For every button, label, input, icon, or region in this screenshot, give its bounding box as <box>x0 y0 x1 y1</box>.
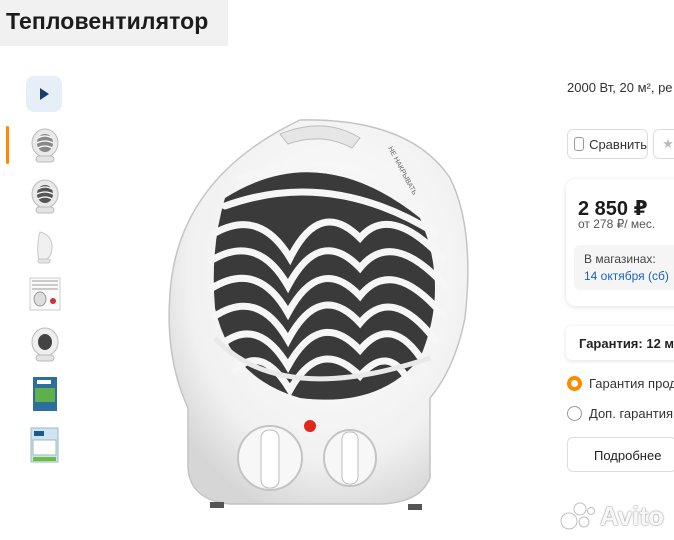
compare-label: Сравнить <box>589 136 647 152</box>
avito-watermark: Avito <box>560 496 670 536</box>
thumbnail-active-indicator <box>6 126 9 164</box>
product-specs: 2000 Вт, 20 м², ре <box>567 80 673 95</box>
radio-selected[interactable] <box>567 375 582 391</box>
star-icon: ★ <box>662 136 674 151</box>
avito-logo-icon <box>560 502 595 530</box>
installment-info: от 278 ₽/ мес. <box>578 217 656 231</box>
heater-front-thumb <box>31 128 59 163</box>
thumbnail-1[interactable] <box>27 125 63 165</box>
favorite-button[interactable]: ★ <box>653 129 674 159</box>
radio-unselected[interactable] <box>567 405 582 421</box>
thumbnail-5[interactable] <box>27 324 63 364</box>
store-availability: В магазинах: 14 октября (сб) <box>574 245 674 290</box>
product-main-image[interactable]: НЕ НАКРЫВАТЬ <box>130 108 550 528</box>
heater-angle-thumb <box>31 179 59 214</box>
thumbnail-6[interactable] <box>27 374 63 414</box>
compare-checkbox[interactable] <box>574 137 585 151</box>
play-icon <box>40 88 49 100</box>
thumbnail-3[interactable] <box>27 226 63 266</box>
box-angle-thumb <box>30 427 59 463</box>
title-bar: Тепловентилятор <box>0 0 228 46</box>
price-card: 2 850 ₽ от 278 ₽/ мес. В магазинах: 14 о… <box>566 179 674 306</box>
watermark-text: Avito <box>600 500 665 531</box>
thumbnail-7[interactable] <box>27 425 63 465</box>
warranty-option-extended[interactable]: Доп. гарантия <box>567 404 673 422</box>
stores-date-link[interactable]: 14 октября (сб) <box>584 269 669 283</box>
warranty-option-label: Доп. гарантия <box>589 405 674 421</box>
warranty-option-label: Гарантия прод <box>589 375 674 391</box>
page-title: Тепловентилятор <box>6 8 209 34</box>
video-thumbnail[interactable] <box>26 76 62 112</box>
thumbnail-2[interactable] <box>27 176 63 216</box>
warranty-tab[interactable]: Гарантия: 12 м <box>566 326 674 360</box>
thumbnail-4[interactable] <box>27 274 63 314</box>
more-details-button[interactable]: Подробнее <box>567 437 674 472</box>
box-front-thumb <box>33 377 57 411</box>
heater-back-thumb <box>31 327 59 362</box>
warranty-option-store[interactable]: Гарантия прод <box>567 374 674 392</box>
stores-label: В магазинах: <box>584 252 656 266</box>
heater-detail-thumb <box>29 277 61 311</box>
heater-side-thumb <box>37 231 53 264</box>
compare-button[interactable]: Сравнить <box>567 129 648 159</box>
